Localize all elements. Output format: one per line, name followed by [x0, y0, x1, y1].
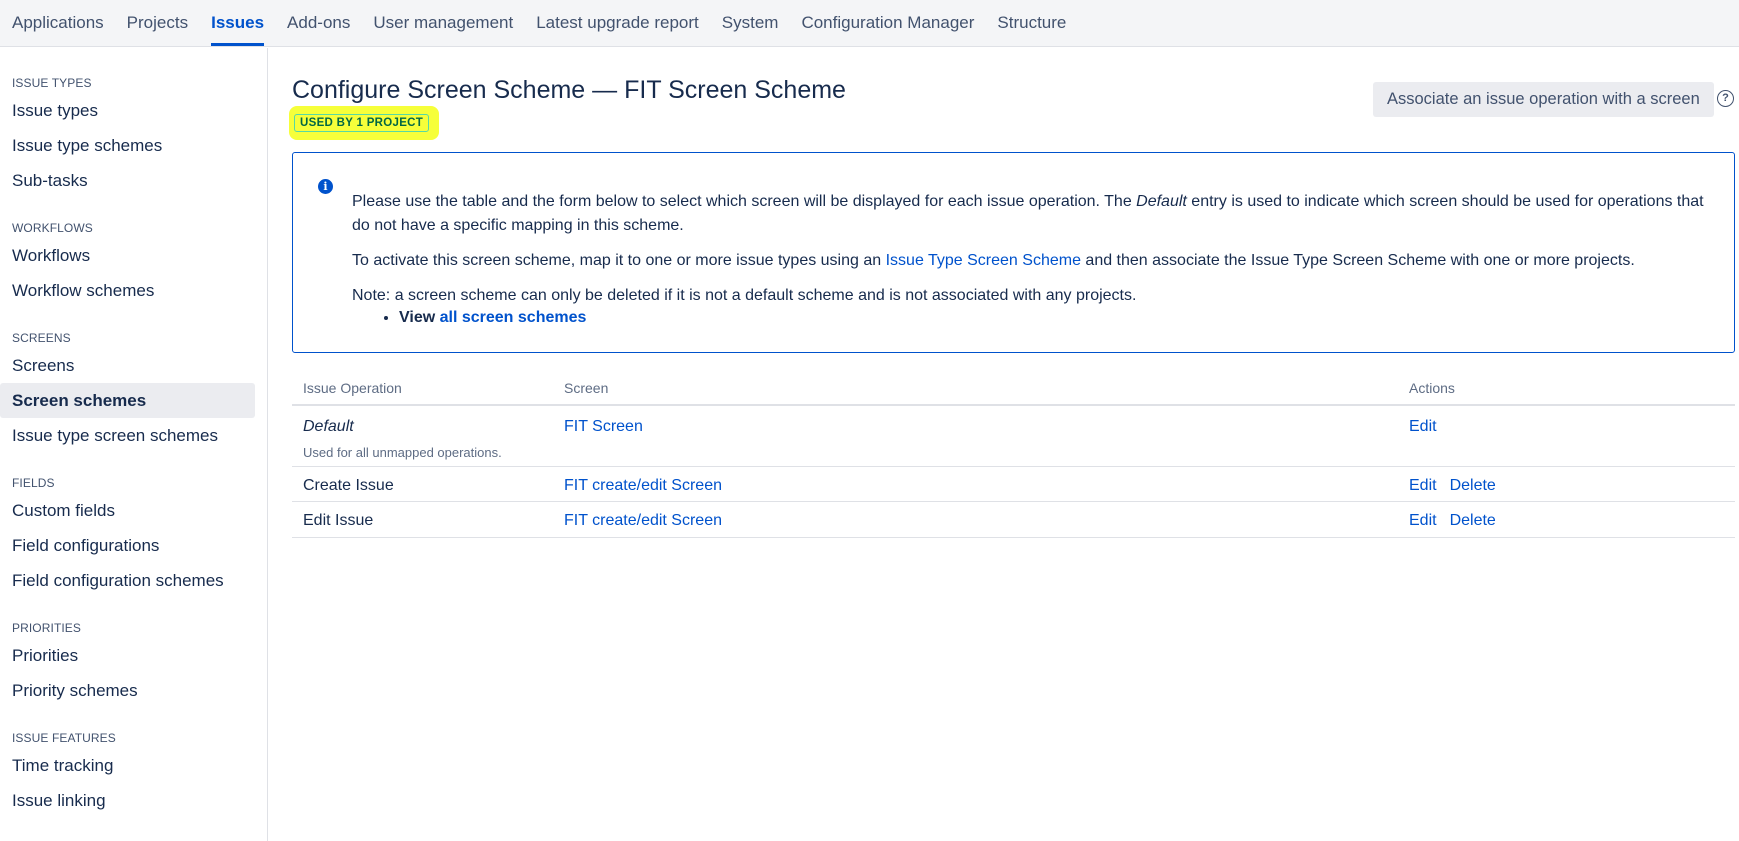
actions-cell: Edit: [1409, 418, 1450, 436]
operation-name: Default: [303, 418, 354, 435]
screen-cell: FIT Screen: [564, 418, 656, 436]
info-icon: i: [318, 179, 333, 194]
nav-latest-upgrade-report[interactable]: Latest upgrade report: [528, 0, 707, 46]
issue-type-screen-scheme-link[interactable]: Issue Type Screen Scheme: [886, 252, 1081, 269]
sidebar-group-issue-types: ISSUE TYPES Issue types Issue type schem…: [0, 75, 267, 198]
info-paragraph-2: To activate this screen scheme, map it t…: [352, 249, 1714, 273]
sidebar-item-field-configuration-schemes[interactable]: Field configuration schemes: [0, 563, 255, 598]
table-row: Create Issue FIT create/edit Screen Edit…: [292, 467, 1735, 502]
associate-operation-button[interactable]: Associate an issue operation with a scre…: [1373, 82, 1714, 117]
help-icon[interactable]: ?: [1717, 90, 1734, 107]
info-list: View all screen schemes: [399, 306, 1714, 330]
sidebar-item-time-tracking[interactable]: Time tracking: [0, 748, 255, 783]
sidebar-item-workflows[interactable]: Workflows: [0, 238, 255, 273]
edit-link[interactable]: Edit: [1409, 512, 1437, 529]
sidebar-item-screen-schemes[interactable]: Screen schemes: [0, 383, 255, 418]
info-list-item: View all screen schemes: [399, 306, 1714, 330]
edit-link[interactable]: Edit: [1409, 418, 1437, 435]
page-title: Configure Screen Scheme — FIT Screen Sch…: [292, 76, 846, 104]
operation-name: Edit Issue: [303, 512, 374, 529]
sidebar-item-workflow-schemes[interactable]: Workflow schemes: [0, 273, 255, 308]
sidebar-group-issue-features: ISSUE FEATURES Time tracking Issue linki…: [0, 730, 267, 818]
screen-cell: FIT create/edit Screen: [564, 477, 735, 495]
info-text: and then associate the Issue Type Screen…: [1080, 252, 1635, 269]
nav-system[interactable]: System: [714, 0, 787, 46]
sidebar-heading: ISSUE FEATURES: [12, 731, 116, 745]
table-header: Issue Operation Screen Actions: [292, 366, 1735, 406]
column-header-actions: Actions: [1409, 380, 1455, 396]
sidebar-group-fields: FIELDS Custom fields Field configuration…: [0, 475, 267, 598]
screen-link[interactable]: FIT create/edit Screen: [564, 512, 722, 529]
screen-cell: FIT create/edit Screen: [564, 512, 735, 530]
sidebar-item-sub-tasks[interactable]: Sub-tasks: [0, 163, 255, 198]
sidebar-group-screens: SCREENS Screens Screen schemes Issue typ…: [0, 330, 267, 453]
view-label: View: [399, 309, 440, 326]
screen-scheme-table: Issue Operation Screen Actions Default U…: [292, 366, 1735, 538]
sidebar-heading: ISSUE TYPES: [12, 76, 92, 90]
info-message: i Please use the table and the form belo…: [292, 152, 1735, 353]
column-header-operation: Issue Operation: [303, 380, 402, 396]
operation-description: Used for all unmapped operations.: [303, 445, 502, 460]
info-text: To activate this screen scheme, map it t…: [352, 252, 886, 269]
actions-cell: Edit Delete: [1409, 512, 1509, 530]
info-paragraph-3: Note: a screen scheme can only be delete…: [352, 287, 1137, 304]
highlight-marker: USED BY 1 PROJECT: [289, 106, 439, 140]
nav-add-ons[interactable]: Add-ons: [279, 0, 358, 46]
edit-link[interactable]: Edit: [1409, 477, 1437, 494]
table-row: Edit Issue FIT create/edit Screen Edit De…: [292, 502, 1735, 538]
all-screen-schemes-link[interactable]: all screen schemes: [440, 309, 587, 326]
column-header-screen: Screen: [564, 380, 609, 396]
delete-link[interactable]: Delete: [1450, 477, 1496, 494]
delete-link[interactable]: Delete: [1450, 512, 1496, 529]
sidebar-item-issue-type-screen-schemes[interactable]: Issue type screen schemes: [0, 418, 255, 453]
info-text: Please use the table and the form below …: [352, 193, 1137, 210]
screen-link[interactable]: FIT create/edit Screen: [564, 477, 722, 494]
sidebar-item-field-configurations[interactable]: Field configurations: [0, 528, 255, 563]
nav-issues[interactable]: Issues: [203, 0, 272, 46]
info-paragraph-1: Please use the table and the form below …: [352, 190, 1714, 238]
sidebar-heading: WORKFLOWS: [12, 221, 93, 235]
sidebar-item-priorities[interactable]: Priorities: [0, 638, 255, 673]
sidebar-group-workflows: WORKFLOWS Workflows Workflow schemes: [0, 220, 267, 308]
nav-configuration-manager[interactable]: Configuration Manager: [793, 0, 982, 46]
operation-name: Create Issue: [303, 477, 394, 494]
sidebar-item-issue-linking[interactable]: Issue linking: [0, 783, 255, 818]
main-content: Configure Screen Scheme — FIT Screen Sch…: [289, 48, 1739, 841]
sidebar-item-issue-type-schemes[interactable]: Issue type schemes: [0, 128, 255, 163]
nav-structure[interactable]: Structure: [989, 0, 1074, 46]
nav-user-management[interactable]: User management: [365, 0, 521, 46]
admin-sidebar: ISSUE TYPES Issue types Issue type schem…: [0, 48, 268, 841]
sidebar-item-priority-schemes[interactable]: Priority schemes: [0, 673, 255, 708]
sidebar-item-issue-types[interactable]: Issue types: [0, 93, 255, 128]
used-by-lozenge[interactable]: USED BY 1 PROJECT: [294, 114, 430, 132]
sidebar-heading: PRIORITIES: [12, 621, 82, 635]
sidebar-item-custom-fields[interactable]: Custom fields: [0, 493, 255, 528]
screen-link[interactable]: FIT Screen: [564, 418, 643, 435]
sidebar-group-priorities: PRIORITIES Priorities Priority schemes: [0, 620, 267, 708]
sidebar-heading: SCREENS: [12, 331, 71, 345]
sidebar-heading: FIELDS: [12, 476, 55, 490]
table-row: Default Used for all unmapped operations…: [292, 406, 1735, 467]
nav-applications[interactable]: Applications: [4, 0, 112, 46]
actions-cell: Edit Delete: [1409, 477, 1509, 495]
info-text-em: Default: [1136, 193, 1187, 210]
nav-projects[interactable]: Projects: [119, 0, 196, 46]
top-navigation: Applications Projects Issues Add-ons Use…: [0, 0, 1739, 47]
sidebar-item-screens[interactable]: Screens: [0, 348, 255, 383]
